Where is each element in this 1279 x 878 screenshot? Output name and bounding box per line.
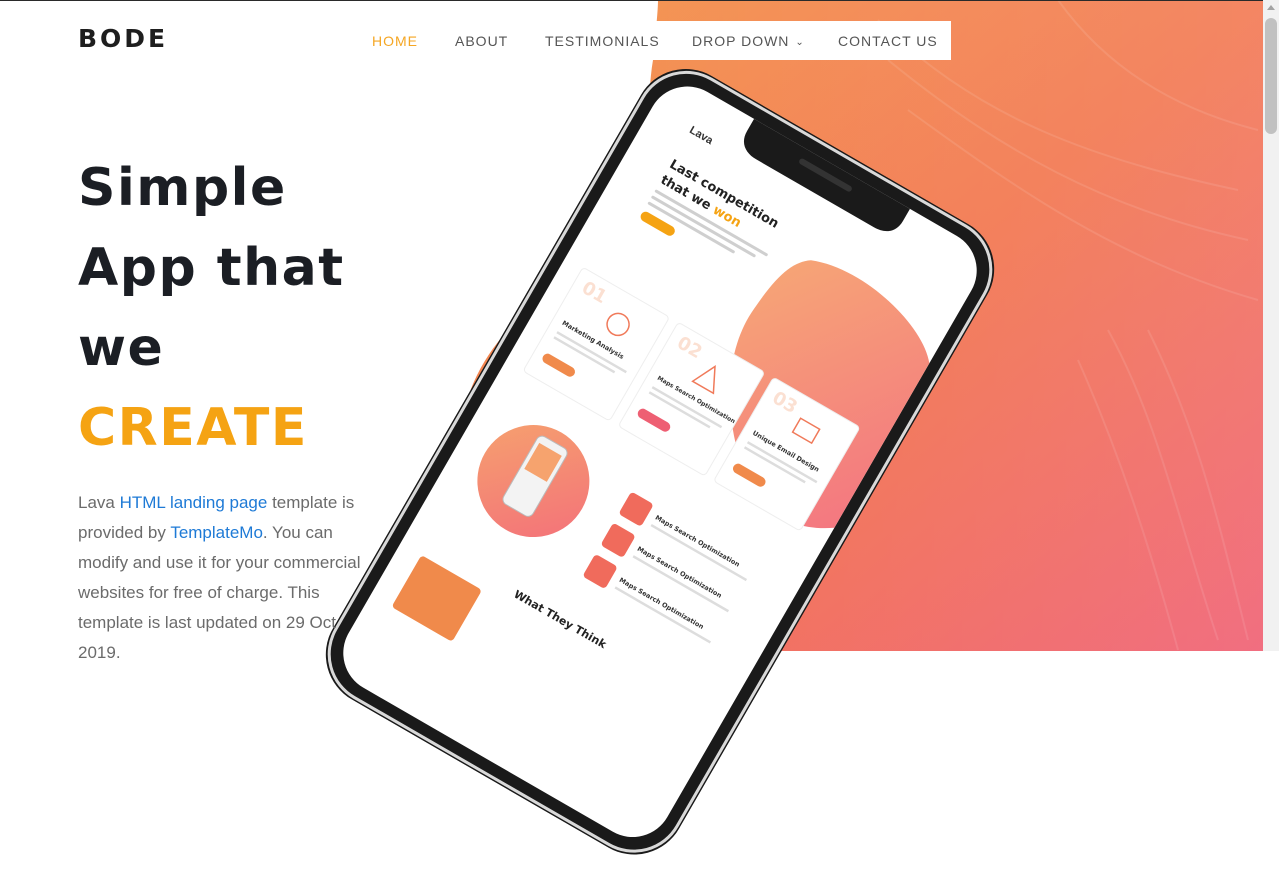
html-landing-page-link[interactable]: HTML landing page xyxy=(120,493,268,512)
top-border xyxy=(0,0,1279,1)
nav-testimonials[interactable]: TESTIMONIALS xyxy=(545,33,660,49)
headline-line-1: Simple xyxy=(78,158,287,218)
nav-about[interactable]: ABOUT xyxy=(455,33,508,49)
chevron-down-icon: ⌄ xyxy=(795,37,805,48)
scrollbar-thumb[interactable] xyxy=(1265,18,1277,134)
nav-dropdown-label: DROP DOWN xyxy=(692,33,790,49)
templatemo-link[interactable]: TemplateMo xyxy=(170,523,263,542)
hero-headline: Simple App that we CREATE xyxy=(78,148,345,468)
headline-line-3: we xyxy=(78,318,165,378)
main-nav: HOME ABOUT TESTIMONIALS DROP DOWN ⌄ CONTA… xyxy=(352,21,951,60)
brand-logo[interactable]: BODE xyxy=(78,24,168,53)
scroll-up-arrow-icon[interactable] xyxy=(1267,5,1275,10)
nav-contact[interactable]: CONTACT US xyxy=(838,33,938,49)
headline-accent: CREATE xyxy=(78,398,308,458)
intro-text-3: . You can modify and use it for your com… xyxy=(78,523,361,662)
headline-line-2: App that xyxy=(78,238,345,298)
hero-intro: Lava HTML landing page template is provi… xyxy=(78,488,378,668)
intro-text-1: Lava xyxy=(78,493,120,512)
nav-home[interactable]: HOME xyxy=(372,33,418,49)
page-scrollbar[interactable] xyxy=(1263,0,1279,651)
nav-dropdown[interactable]: DROP DOWN ⌄ xyxy=(692,33,805,49)
